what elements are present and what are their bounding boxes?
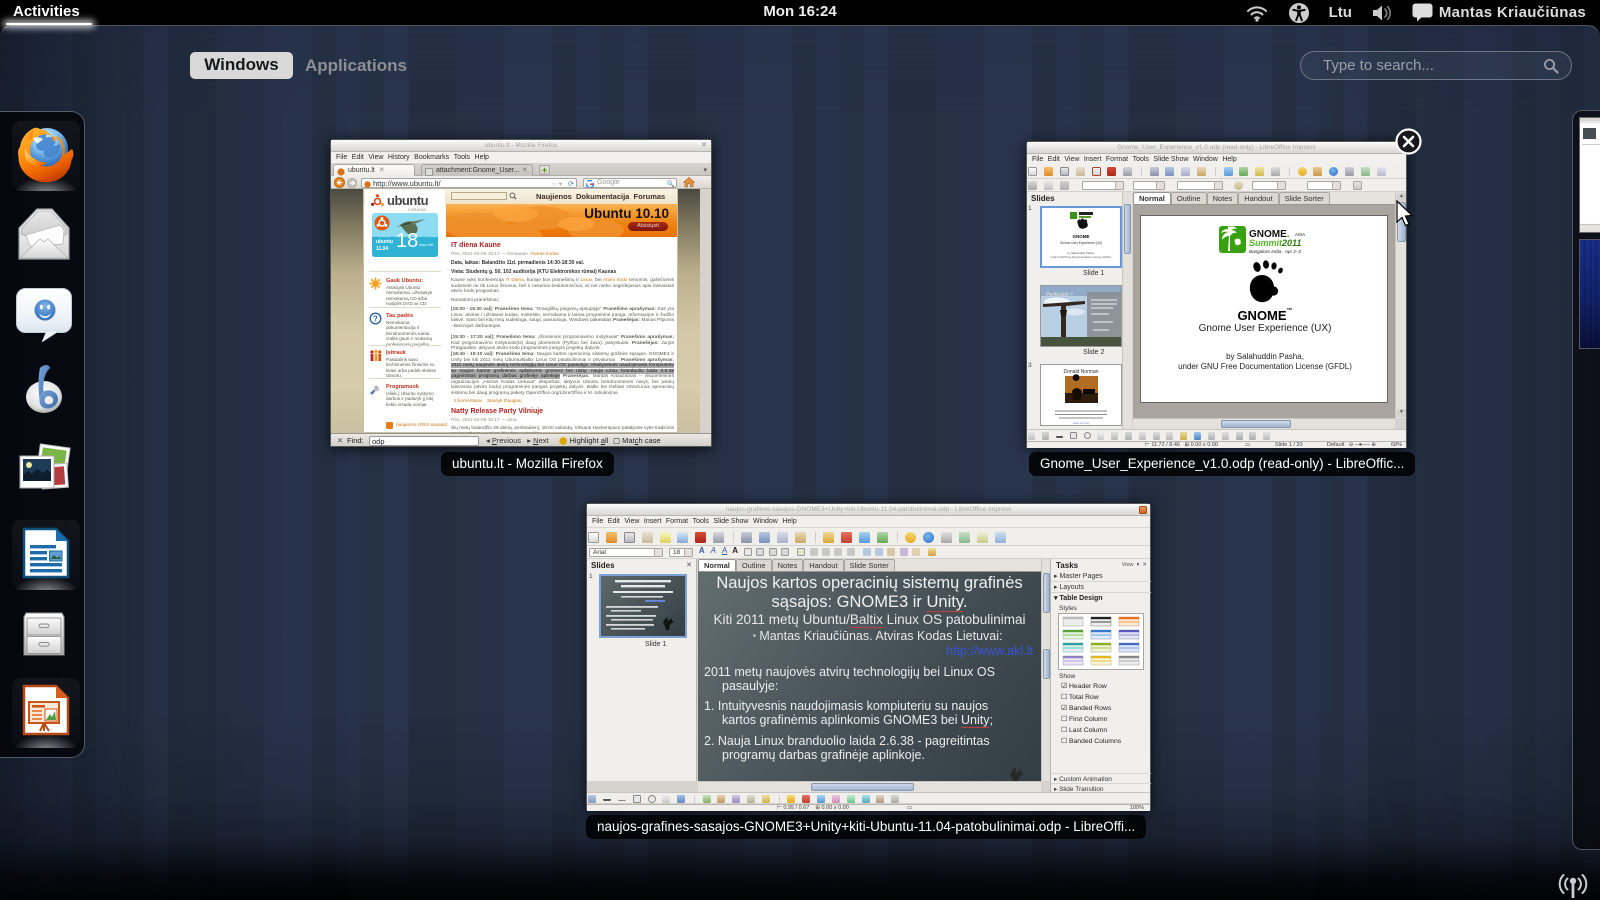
svg-text:ASIA: ASIA xyxy=(1295,232,1305,237)
svg-text:Perfection !!: Perfection !! xyxy=(1046,292,1073,298)
svg-text:Gnome User Experience (UX): Gnome User Experience (UX) xyxy=(1060,241,1102,245)
svg-text:Bangalore India . Apr 2–3: Bangalore India . Apr 2–3 xyxy=(1249,249,1301,254)
svg-text:www.jnd.org: www.jnd.org xyxy=(1073,421,1090,425)
svg-text:under GNU Free Documentation L: under GNU Free Documentation License (GF… xyxy=(1051,255,1112,259)
svg-text:Summit2011: Summit2011 xyxy=(1249,238,1301,248)
svg-text:?: ? xyxy=(373,314,378,323)
svg-text:Donald Norman: Donald Norman xyxy=(1063,369,1098,375)
svg-text:GNOME: GNOME xyxy=(1072,234,1089,239)
